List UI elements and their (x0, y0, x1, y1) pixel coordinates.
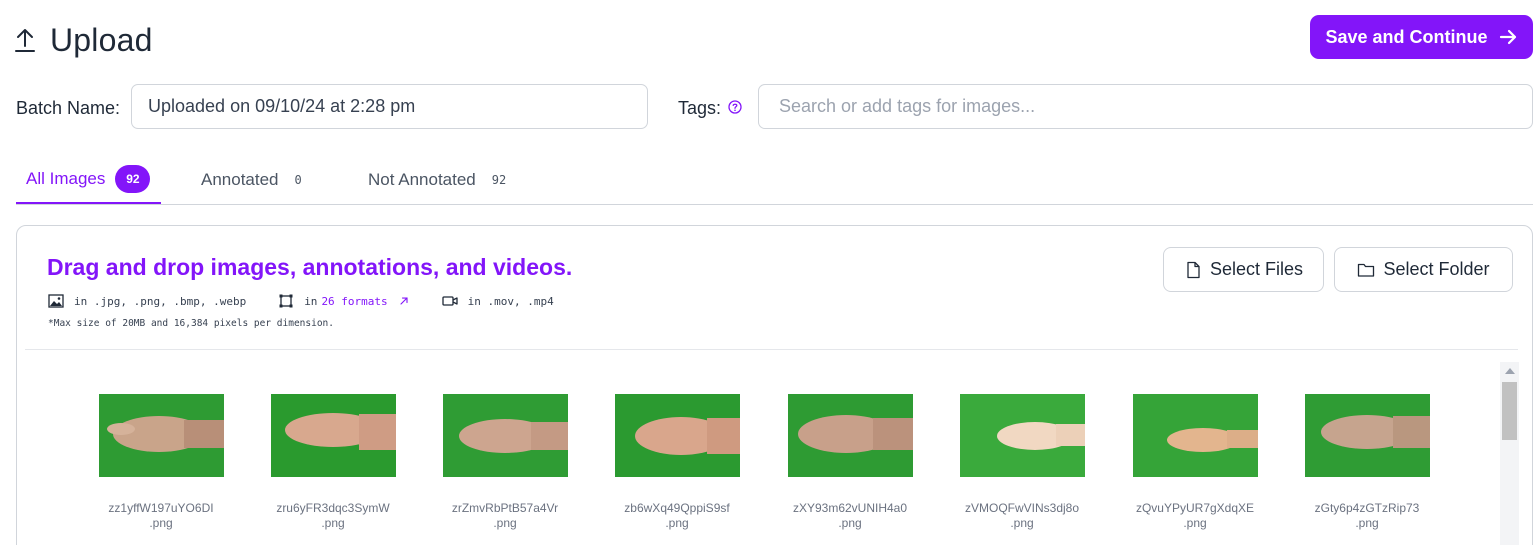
folder-icon (1358, 263, 1375, 277)
save-and-continue-button[interactable]: Save and Continue (1310, 15, 1533, 59)
scrollbar[interactable] (1500, 362, 1519, 545)
tags-label: Tags: (678, 98, 722, 118)
image-filename: zrZmvRbPtB57a4Vr .png (451, 501, 559, 530)
count-badge: 92 (491, 172, 507, 187)
formats-link[interactable]: 26 formats (321, 295, 387, 308)
upload-icon (15, 29, 35, 52)
image-thumbnail[interactable]: zz1yffW197uYO6DI .png (91, 394, 231, 531)
image-filename: zru6yFR3dqc3SymW .png (276, 501, 390, 530)
tab-label: Annotated (201, 169, 279, 189)
video-formats-text: in .mov, .mp4 (467, 294, 554, 308)
hand-image (1304, 394, 1430, 477)
image-filename: zGty6p4zGTzRip73 .png (1314, 501, 1420, 530)
scroll-up-arrow-icon[interactable] (1505, 368, 1515, 374)
image-filename: zXY93m62vUNIH4a0 .png (792, 501, 908, 530)
image-thumbnail[interactable]: zb6wXq49QppiS9sf .png (607, 394, 747, 531)
image-thumbnail[interactable]: zXY93m62vUNIH4a0 .png (780, 394, 920, 531)
annotation-formats-prefix: in (304, 294, 318, 308)
select-files-button[interactable]: Select Files (1163, 247, 1324, 292)
save-button-label: Save and Continue (1325, 26, 1488, 47)
drop-zone-title: Drag and drop images, annotations, and v… (47, 254, 573, 280)
image-formats: in .jpg, .png, .bmp, .webp (48, 294, 246, 308)
annotation-formats: in 26 formats (278, 294, 409, 308)
hand-image (1132, 394, 1258, 477)
image-grid: zz1yffW197uYO6DI .png zru6yFR3dqc3SymW .pn… (17, 350, 1497, 545)
video-icon (442, 296, 458, 306)
file-icon (1187, 261, 1200, 278)
drop-zone[interactable]: Drag and drop images, annotations, and v… (16, 225, 1533, 545)
image-filename: zz1yffW197uYO6DI .png (108, 501, 214, 530)
count-badge: 92 (115, 164, 151, 193)
select-folder-button[interactable]: Select Folder (1334, 247, 1513, 292)
tags-search-input[interactable]: Search or add tags for images... (758, 84, 1533, 129)
tab-label: Not Annotated (368, 169, 476, 189)
bounding-box-icon (279, 294, 293, 308)
select-files-label: Select Files (1209, 259, 1304, 279)
hand-image (614, 394, 740, 477)
image-thumbnail[interactable]: zrZmvRbPtB57a4Vr .png (435, 394, 575, 531)
supported-formats: in .jpg, .png, .bmp, .webp in 26 formats… (48, 292, 586, 310)
batch-name-label: Batch Name: (16, 98, 121, 118)
image-thumbnail[interactable]: zGty6p4zGTzRip73 .png (1297, 394, 1437, 531)
image-thumbnail[interactable]: zQvuYPyUR7gXdqXE .png (1125, 394, 1265, 531)
hand-image (442, 394, 568, 477)
image-filename: zQvuYPyUR7gXdqXE .png (1135, 501, 1255, 530)
hand-image (787, 394, 913, 477)
header: Upload Save and Continue (0, 0, 1535, 80)
scroll-thumb[interactable] (1502, 382, 1517, 440)
help-icon[interactable] (728, 100, 742, 114)
max-size-note: *Max size of 20MB and 16,384 pixels per … (48, 318, 334, 329)
video-formats: in .mov, .mp4 (442, 294, 554, 308)
image-formats-text: in .jpg, .png, .bmp, .webp (74, 294, 247, 308)
hand-image (959, 394, 1085, 477)
count-badge: 0 (294, 172, 302, 187)
tab-annotated[interactable]: Annotated 0 (201, 155, 302, 204)
image-filename: zVMOQFwVINs3dj8o .png (964, 501, 1080, 530)
tab-label: All Images (26, 168, 106, 188)
image-tabs: All Images 92 Annotated 0 Not Annotated … (16, 155, 1533, 205)
hand-image (98, 394, 224, 477)
image-thumbnail[interactable]: zVMOQFwVINs3dj8o .png (952, 394, 1092, 531)
batch-name-input[interactable]: Uploaded on 09/10/24 at 2:28 pm (131, 84, 648, 129)
tab-not-annotated[interactable]: Not Annotated 92 (368, 155, 506, 204)
image-icon (48, 294, 64, 308)
tab-all-images[interactable]: All Images 92 (16, 155, 161, 204)
page-title: Upload (50, 22, 153, 58)
image-filename: zb6wXq49QppiS9sf .png (624, 501, 730, 530)
select-folder-label: Select Folder (1383, 259, 1490, 279)
hand-image (270, 394, 396, 477)
image-thumbnail[interactable]: zru6yFR3dqc3SymW .png (263, 394, 403, 531)
external-link-icon[interactable] (398, 295, 410, 307)
arrow-right-icon (1499, 29, 1516, 45)
